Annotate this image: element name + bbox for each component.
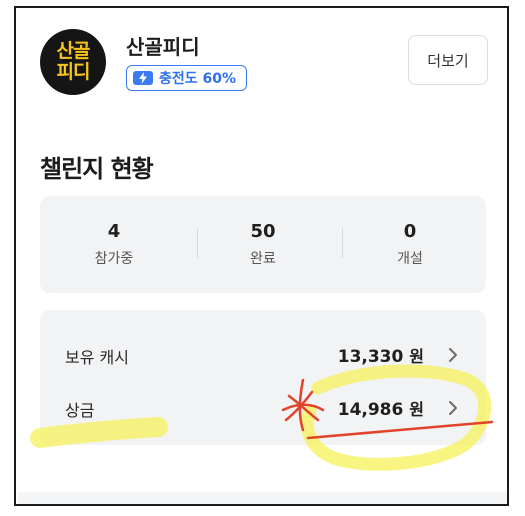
section-title: 챌린지 현황 — [40, 155, 154, 183]
chevron-right-icon — [449, 401, 457, 415]
avatar[interactable]: 산골 피디 — [40, 29, 106, 95]
prize-amount: 14,986 원 — [338, 396, 424, 420]
cash-amount: 13,330 원 — [338, 343, 424, 367]
bottom-strip — [18, 492, 507, 504]
cash-label: 보유 캐시 — [65, 348, 129, 367]
stat-participating[interactable]: 4 참가중 — [40, 196, 188, 293]
prize-amount-unit: 원 — [409, 400, 424, 419]
stat-label: 참가중 — [94, 251, 134, 267]
stat-label: 완료 — [250, 251, 276, 267]
avatar-text-top: 산골 — [56, 40, 91, 62]
stat-value: 4 — [107, 221, 121, 242]
prize-label: 상금 — [65, 401, 95, 420]
stat-completed[interactable]: 50 완료 — [189, 196, 337, 293]
more-button[interactable]: 더보기 — [408, 35, 488, 85]
stat-value: 0 — [403, 221, 417, 242]
prize-amount-number: 14,986 — [337, 400, 404, 420]
money-card: 보유 캐시 13,330 원 상금 14,986 원 — [40, 310, 486, 445]
profile-name: 산골피디 — [126, 35, 200, 59]
avatar-text-bottom: 피디 — [56, 61, 91, 83]
charge-level-badge: 충전도 60% — [126, 65, 248, 91]
lightning-bolt-icon — [133, 71, 153, 85]
cash-row[interactable]: 보유 캐시 13,330 원 — [40, 340, 486, 370]
profile-panel: 산골 피디 산골피디 충전도 60% 더보기 챌린지 현황 4 참가중 50 완… — [14, 6, 509, 506]
cash-amount-unit: 원 — [409, 347, 424, 366]
charge-level-text: 충전도 60% — [159, 71, 237, 87]
cash-amount-number: 13,330 — [337, 347, 404, 367]
chevron-right-icon — [449, 348, 457, 362]
stat-created[interactable]: 0 개설 — [336, 196, 484, 293]
stat-value: 50 — [250, 221, 276, 242]
stat-label: 개설 — [397, 251, 423, 267]
prize-row[interactable]: 상금 14,986 원 — [40, 393, 486, 423]
challenge-stats-card: 4 참가중 50 완료 0 개설 — [40, 196, 486, 293]
